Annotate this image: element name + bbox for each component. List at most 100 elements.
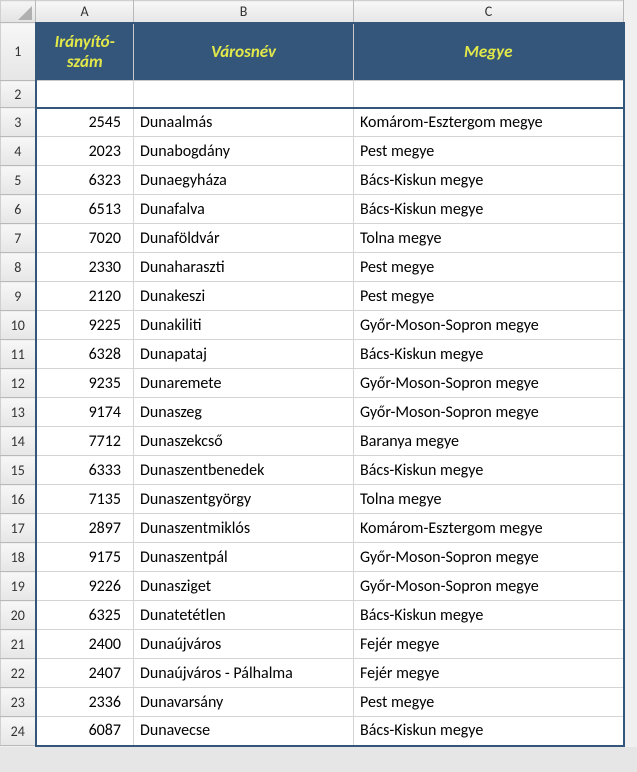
cell-A20[interactable]: 6325 bbox=[36, 601, 134, 630]
cell-C16[interactable]: Tolna megye bbox=[354, 485, 624, 514]
cell-C2[interactable] bbox=[354, 81, 624, 108]
cell-B19[interactable]: Dunasziget bbox=[134, 572, 354, 601]
row-header-23[interactable]: 23 bbox=[1, 688, 36, 717]
cell-A24[interactable]: 6087 bbox=[36, 717, 134, 746]
cell-B9[interactable]: Dunakeszi bbox=[134, 282, 354, 311]
cell-C23[interactable]: Pest megye bbox=[354, 688, 624, 717]
cell-C14[interactable]: Baranya megye bbox=[354, 427, 624, 456]
row-header-6[interactable]: 6 bbox=[1, 195, 36, 224]
cell-B15[interactable]: Dunaszentbenedek bbox=[134, 456, 354, 485]
col-header-C[interactable]: C bbox=[354, 1, 624, 23]
row-header-21[interactable]: 21 bbox=[1, 630, 36, 659]
cell-A3[interactable]: 2545 bbox=[36, 108, 134, 137]
row-header-20[interactable]: 20 bbox=[1, 601, 36, 630]
row-header-24[interactable]: 24 bbox=[1, 717, 36, 746]
cell-C7[interactable]: Tolna megye bbox=[354, 224, 624, 253]
cell-A1[interactable]: Irányító-szám bbox=[36, 23, 134, 81]
cell-B20[interactable]: Dunatetétlen bbox=[134, 601, 354, 630]
cell-A2[interactable] bbox=[36, 81, 134, 108]
cell-C19[interactable]: Győr-Moson-Sopron megye bbox=[354, 572, 624, 601]
cell-C18[interactable]: Győr-Moson-Sopron megye bbox=[354, 543, 624, 572]
cell-A23[interactable]: 2336 bbox=[36, 688, 134, 717]
cell-A8[interactable]: 2330 bbox=[36, 253, 134, 282]
row-header-14[interactable]: 14 bbox=[1, 427, 36, 456]
row-header-22[interactable]: 22 bbox=[1, 659, 36, 688]
cell-C9[interactable]: Pest megye bbox=[354, 282, 624, 311]
cell-C8[interactable]: Pest megye bbox=[354, 253, 624, 282]
col-header-A[interactable]: A bbox=[36, 1, 134, 23]
cell-B4[interactable]: Dunabogdány bbox=[134, 137, 354, 166]
cell-B21[interactable]: Dunaújváros bbox=[134, 630, 354, 659]
row-header-11[interactable]: 11 bbox=[1, 340, 36, 369]
cell-A14[interactable]: 7712 bbox=[36, 427, 134, 456]
cell-A19[interactable]: 9226 bbox=[36, 572, 134, 601]
row-header-2[interactable]: 2 bbox=[1, 81, 36, 108]
cell-B22[interactable]: Dunaújváros - Pálhalma bbox=[134, 659, 354, 688]
cell-B6[interactable]: Dunafalva bbox=[134, 195, 354, 224]
cell-C21[interactable]: Fejér megye bbox=[354, 630, 624, 659]
cell-B10[interactable]: Dunakiliti bbox=[134, 311, 354, 340]
cell-C5[interactable]: Bács-Kiskun megye bbox=[354, 166, 624, 195]
cell-B5[interactable]: Dunaegyháza bbox=[134, 166, 354, 195]
row-header-3[interactable]: 3 bbox=[1, 108, 36, 137]
cell-B14[interactable]: Dunaszekcső bbox=[134, 427, 354, 456]
cell-A12[interactable]: 9235 bbox=[36, 369, 134, 398]
cell-C6[interactable]: Bács-Kiskun megye bbox=[354, 195, 624, 224]
cell-A15[interactable]: 6333 bbox=[36, 456, 134, 485]
col-header-B[interactable]: B bbox=[134, 1, 354, 23]
row-header-13[interactable]: 13 bbox=[1, 398, 36, 427]
cell-B23[interactable]: Dunavarsány bbox=[134, 688, 354, 717]
cell-A13[interactable]: 9174 bbox=[36, 398, 134, 427]
cell-C4[interactable]: Pest megye bbox=[354, 137, 624, 166]
cell-B8[interactable]: Dunaharaszti bbox=[134, 253, 354, 282]
cell-B3[interactable]: Dunaalmás bbox=[134, 108, 354, 137]
cell-A22[interactable]: 2407 bbox=[36, 659, 134, 688]
row-header-15[interactable]: 15 bbox=[1, 456, 36, 485]
cell-B11[interactable]: Dunapataj bbox=[134, 340, 354, 369]
cell-A11[interactable]: 6328 bbox=[36, 340, 134, 369]
cell-A6[interactable]: 6513 bbox=[36, 195, 134, 224]
row-header-16[interactable]: 16 bbox=[1, 485, 36, 514]
cell-B24[interactable]: Dunavecse bbox=[134, 717, 354, 746]
cell-B2[interactable] bbox=[134, 81, 354, 108]
cell-A7[interactable]: 7020 bbox=[36, 224, 134, 253]
cell-A9[interactable]: 2120 bbox=[36, 282, 134, 311]
cell-C24[interactable]: Bács-Kiskun megye bbox=[354, 717, 624, 746]
cell-A4[interactable]: 2023 bbox=[36, 137, 134, 166]
cell-C22[interactable]: Fejér megye bbox=[354, 659, 624, 688]
row-header-1[interactable]: 1 bbox=[1, 23, 36, 81]
cell-B13[interactable]: Dunaszeg bbox=[134, 398, 354, 427]
cell-B16[interactable]: Dunaszentgyörgy bbox=[134, 485, 354, 514]
row-header-17[interactable]: 17 bbox=[1, 514, 36, 543]
cell-C3[interactable]: Komárom-Esztergom megye bbox=[354, 108, 624, 137]
cell-A16[interactable]: 7135 bbox=[36, 485, 134, 514]
cell-C11[interactable]: Bács-Kiskun megye bbox=[354, 340, 624, 369]
row-header-8[interactable]: 8 bbox=[1, 253, 36, 282]
cell-A10[interactable]: 9225 bbox=[36, 311, 134, 340]
cell-A5[interactable]: 6323 bbox=[36, 166, 134, 195]
cell-C12[interactable]: Győr-Moson-Sopron megye bbox=[354, 369, 624, 398]
grid-table[interactable]: A B C 1 Irányító-szám Városnév Megye 2 3… bbox=[0, 0, 625, 747]
row-header-4[interactable]: 4 bbox=[1, 137, 36, 166]
cell-A18[interactable]: 9175 bbox=[36, 543, 134, 572]
cell-B12[interactable]: Dunaremete bbox=[134, 369, 354, 398]
cell-C15[interactable]: Bács-Kiskun megye bbox=[354, 456, 624, 485]
row-header-18[interactable]: 18 bbox=[1, 543, 36, 572]
row-header-10[interactable]: 10 bbox=[1, 311, 36, 340]
row-header-12[interactable]: 12 bbox=[1, 369, 36, 398]
cell-C17[interactable]: Komárom-Esztergom megye bbox=[354, 514, 624, 543]
cell-B7[interactable]: Dunaföldvár bbox=[134, 224, 354, 253]
cell-B18[interactable]: Dunaszentpál bbox=[134, 543, 354, 572]
cell-C13[interactable]: Győr-Moson-Sopron megye bbox=[354, 398, 624, 427]
cell-C20[interactable]: Bács-Kiskun megye bbox=[354, 601, 624, 630]
row-header-19[interactable]: 19 bbox=[1, 572, 36, 601]
cell-C1[interactable]: Megye bbox=[354, 23, 624, 81]
row-header-9[interactable]: 9 bbox=[1, 282, 36, 311]
cell-A17[interactable]: 2897 bbox=[36, 514, 134, 543]
cell-C10[interactable]: Győr-Moson-Sopron megye bbox=[354, 311, 624, 340]
select-all-corner[interactable] bbox=[1, 1, 36, 23]
cell-B1[interactable]: Városnév bbox=[134, 23, 354, 81]
row-header-5[interactable]: 5 bbox=[1, 166, 36, 195]
cell-A21[interactable]: 2400 bbox=[36, 630, 134, 659]
cell-B17[interactable]: Dunaszentmiklós bbox=[134, 514, 354, 543]
